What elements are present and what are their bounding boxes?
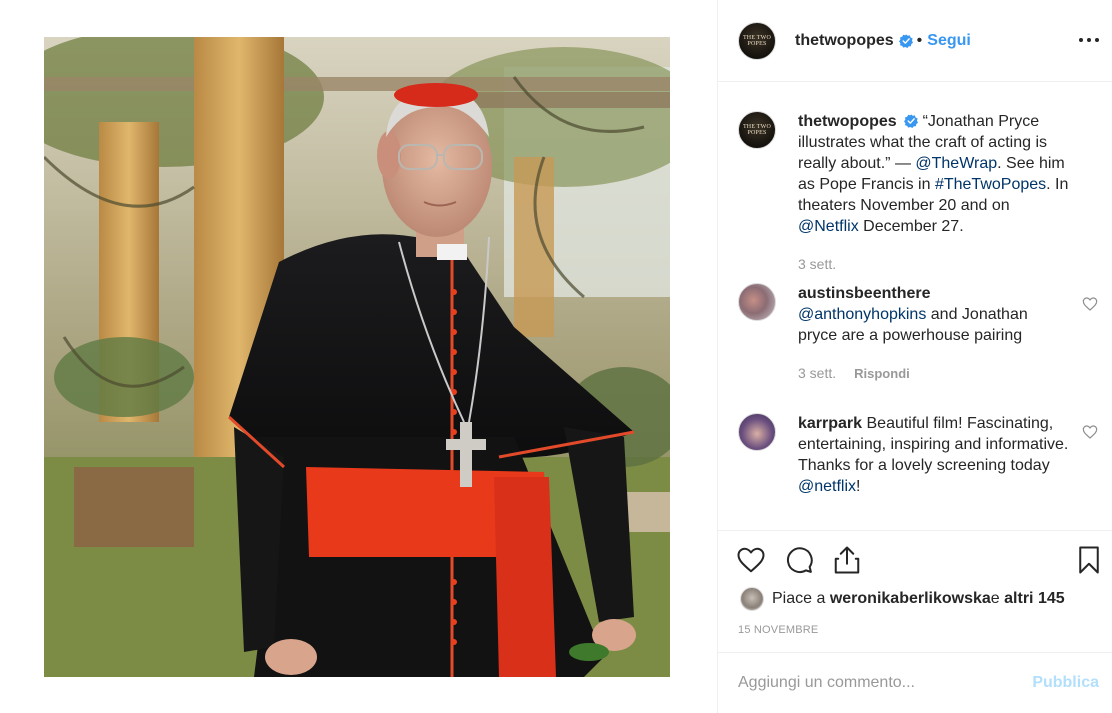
verified-icon — [898, 33, 913, 48]
comment-timestamp[interactable]: 3 sett. — [798, 365, 836, 381]
comment-item: austinsbeenthere @anthonyhopkins and Jon… — [738, 283, 1098, 393]
heart-icon[interactable] — [736, 545, 766, 575]
caption-item: THE TWO POPES thetwopopes “Jonathan Pryc… — [738, 111, 1098, 281]
mention-netflix[interactable]: @Netflix — [798, 218, 859, 235]
mention-anthonyhopkins[interactable]: @anthonyhopkins — [798, 306, 926, 323]
publish-button[interactable]: Pubblica — [1032, 674, 1099, 692]
post-photo[interactable] — [44, 37, 670, 677]
comment-meta: 3 sett. Rispondi — [798, 363, 1070, 384]
caption-avatar[interactable]: THE TWO POPES — [738, 111, 776, 149]
follow-button[interactable]: Segui — [927, 32, 971, 50]
avatar-logo-text: THE TWO POPES — [742, 34, 772, 47]
comment-body: karrpark Beautiful film! Fascinating, en… — [798, 413, 1070, 497]
likes-summary: Piace a weronikaberlikowska e altri 145 — [740, 587, 1065, 611]
likes-middle: e — [990, 590, 1000, 607]
caption-username[interactable]: thetwopopes — [798, 113, 897, 130]
heart-icon[interactable] — [1082, 296, 1098, 312]
mention-thewrap[interactable]: @TheWrap — [915, 155, 997, 172]
comment-username[interactable]: karrpark — [798, 415, 862, 432]
bookmark-icon[interactable] — [1074, 545, 1104, 575]
cardinal-garden-photo — [44, 37, 670, 677]
header-username[interactable]: thetwopopes — [795, 32, 894, 50]
caption-avatar-logo-text: THE TWO POPES — [742, 124, 772, 136]
profile-avatar[interactable]: THE TWO POPES — [738, 21, 776, 60]
verified-icon — [904, 114, 919, 128]
comment-body: austinsbeenthere @anthonyhopkins and Jon… — [798, 283, 1070, 384]
liker-username[interactable]: weronikaberlikowska — [830, 590, 991, 608]
mention-netflix[interactable]: @netflix — [798, 478, 856, 495]
comment-item: karrpark Beautiful film! Fascinating, en… — [738, 413, 1098, 530]
separator-dot: • — [916, 31, 923, 49]
hashtag-thetwopopes[interactable]: #TheTwoPopes — [935, 176, 1046, 193]
add-comment-bar: Pubblica — [718, 652, 1112, 713]
others-likes-link[interactable]: altri 145 — [1004, 590, 1064, 608]
caption-meta: 3 sett. — [798, 254, 1070, 275]
post-actions-bar — [718, 530, 1112, 590]
caption-text: December 27. — [858, 218, 964, 235]
post-media-area — [0, 0, 717, 713]
comment-input[interactable] — [738, 674, 1033, 692]
more-options-icon[interactable] — [1079, 31, 1099, 49]
comment-suffix: ! — [856, 478, 861, 495]
likes-prefix: Piace a — [772, 590, 826, 607]
share-icon[interactable] — [832, 545, 862, 575]
liker-avatar[interactable] — [740, 587, 764, 611]
caption-timestamp[interactable]: 3 sett. — [798, 256, 836, 272]
post-date[interactable]: 15 NOVEMBRE — [738, 624, 818, 636]
caption-body: thetwopopes “Jonathan Pryce illustrates … — [798, 111, 1070, 275]
post-header: THE TWO POPES thetwopopes • Segui — [718, 0, 1112, 82]
comment-avatar[interactable] — [738, 413, 776, 451]
comment-icon[interactable] — [784, 545, 814, 575]
reply-button[interactable]: Rispondi — [854, 366, 910, 381]
comments-list: THE TWO POPES thetwopopes “Jonathan Pryc… — [718, 83, 1112, 530]
comment-username[interactable]: austinsbeenthere — [798, 285, 930, 302]
heart-icon[interactable] — [1082, 424, 1098, 440]
post-side-panel: THE TWO POPES thetwopopes • Segui THE TW… — [717, 0, 1112, 713]
comment-avatar[interactable] — [738, 283, 776, 321]
